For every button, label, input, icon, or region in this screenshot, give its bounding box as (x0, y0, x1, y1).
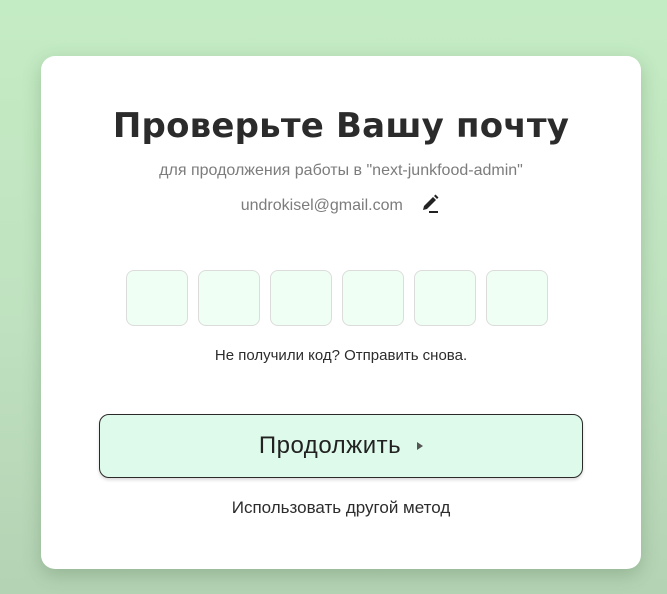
resend-row: Не получили код? Отправить снова. (41, 347, 641, 364)
otp-digit-3[interactable] (270, 270, 332, 326)
edit-email-button[interactable] (419, 193, 441, 215)
otp-digit-5[interactable] (414, 270, 476, 326)
verification-card: Проверьте Вашу почту для продолжения раб… (41, 56, 641, 569)
use-other-method-link[interactable]: Использовать другой метод (41, 498, 641, 518)
resend-prompt: Не получили код? (214, 347, 345, 364)
otp-digit-6[interactable] (486, 270, 548, 326)
page-title: Проверьте Вашу почту (112, 106, 570, 146)
continue-button[interactable]: Продолжить (99, 414, 583, 478)
email-row: undrokisel@gmail.com (41, 193, 641, 217)
otp-digit-1[interactable] (126, 270, 188, 326)
subtitle: для продолжения работы в "next-junkfood-… (159, 162, 523, 179)
continue-label: Продолжить (258, 432, 402, 459)
triangle-right-icon (417, 442, 424, 450)
otp-digit-2[interactable] (198, 270, 260, 326)
pencil-icon (423, 194, 439, 213)
otp-input-group (126, 270, 548, 326)
otp-digit-4[interactable] (342, 270, 404, 326)
email-address: undrokisel@gmail.com (240, 197, 403, 215)
resend-code-link[interactable]: Отправить снова. (344, 347, 467, 364)
